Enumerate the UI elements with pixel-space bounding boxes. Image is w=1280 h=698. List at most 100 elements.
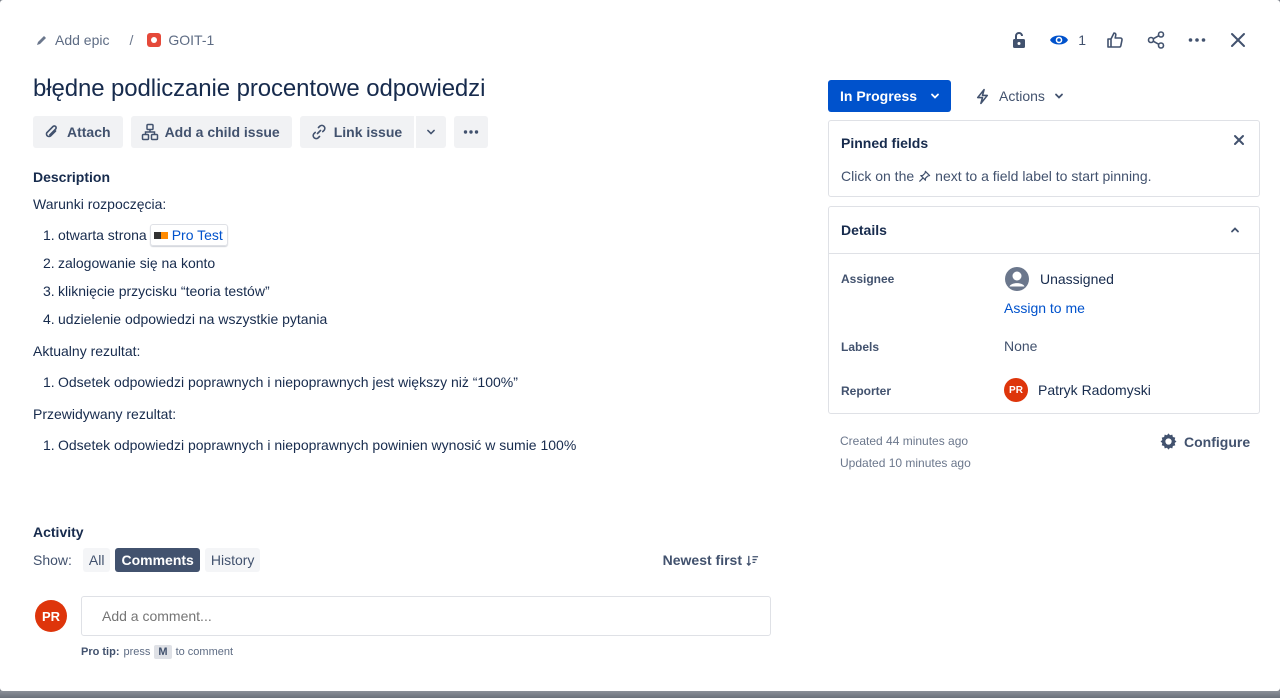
like-button[interactable] <box>1103 28 1127 52</box>
list-text: kliknięcie przycisku “teoria testów” <box>58 283 270 299</box>
attach-label: Attach <box>67 124 111 140</box>
actual-heading: Aktualny rezultat: <box>33 343 141 359</box>
child-issue-icon <box>141 123 158 141</box>
chevron-up-icon <box>1231 227 1239 233</box>
add-epic-link[interactable]: Add epic <box>36 32 109 48</box>
list-item: 1. Odsetek odpowiedzi poprawnych i niepo… <box>43 431 576 459</box>
activity-filter-row: Show: All Comments History <box>33 548 261 572</box>
list-text: udzielenie odpowiedzi na wszystkie pytan… <box>58 311 328 327</box>
sort-order-label: Newest first <box>662 552 742 568</box>
smart-link-label: Pro Test <box>171 227 223 243</box>
thumbs-up-icon <box>1107 32 1123 48</box>
actual-list: 1. Odsetek odpowiedzi poprawnych i niepo… <box>43 368 576 396</box>
pinned-fields-title: Pinned fields <box>841 135 929 151</box>
expected-heading: Przewidywany rezultat: <box>33 406 177 422</box>
conditions-list: 1. otwarta strona Pro Test 2. zalogowani… <box>43 221 576 333</box>
pro-tip: Pro tip: press M to comment <box>81 645 233 659</box>
pro-test-smart-link[interactable]: Pro Test <box>149 224 228 246</box>
list-item: 3. kliknięcie przycisku “teoria testów” <box>43 277 576 305</box>
list-number: 1. <box>43 374 55 390</box>
close-button[interactable] <box>1226 28 1250 52</box>
share-button[interactable] <box>1144 28 1168 52</box>
issue-title[interactable]: błędne podliczanie procentowe odpowiedzi <box>33 75 485 103</box>
chevron-down-icon <box>427 129 436 135</box>
labels-value[interactable]: None <box>1004 338 1037 354</box>
configure-label: Configure <box>1184 433 1251 450</box>
add-child-issue-button[interactable]: Add a child issue <box>130 116 292 148</box>
comment-input[interactable] <box>81 596 771 636</box>
breadcrumb-separator: / <box>129 32 134 48</box>
list-text: otwarta strona <box>58 227 147 243</box>
filter-all-button[interactable]: All <box>82 548 111 572</box>
reporter-avatar: PR <box>1004 378 1028 402</box>
ellipsis-icon <box>1188 38 1206 42</box>
assignee-value: Unassigned <box>1040 271 1114 287</box>
list-number: 2. <box>43 255 55 271</box>
link-issue-label: Link issue <box>333 124 403 140</box>
list-item: 1. otwarta strona Pro Test <box>43 221 576 249</box>
pinned-fields-hint: Click on the next to a field label to st… <box>841 168 1152 184</box>
list-text: Odsetek odpowiedzi poprawnych i niepopra… <box>58 374 518 390</box>
pro-tip-label: Pro tip: <box>81 646 120 658</box>
restrict-button[interactable] <box>1007 28 1031 52</box>
details-panel: Details Assignee Unassigned Assign to me… <box>828 206 1260 414</box>
lightning-icon <box>976 88 989 104</box>
link-icon <box>312 124 326 140</box>
gear-icon <box>1160 433 1177 450</box>
assign-to-me-link[interactable]: Assign to me <box>1004 300 1085 316</box>
list-number: 1. <box>43 227 55 243</box>
add-epic-label: Add epic <box>55 32 110 48</box>
link-issue-group: Link issue <box>299 116 447 148</box>
link-issue-button[interactable]: Link issue <box>299 116 415 148</box>
chevron-down-icon <box>1055 93 1063 99</box>
details-header[interactable]: Details <box>829 207 1259 254</box>
sort-order-button[interactable]: Newest first <box>663 552 759 568</box>
description-body[interactable]: Warunki rozpoczęcia: 1. otwarta strona P… <box>33 195 576 459</box>
pinned-hint-after: next to a field label to start pinning. <box>935 168 1152 184</box>
labels-label: Labels <box>841 340 880 354</box>
user-avatar-icon <box>1005 267 1029 291</box>
add-child-issue-label: Add a child issue <box>164 124 280 140</box>
actions-dropdown-button[interactable]: Actions <box>974 80 1065 112</box>
list-text: zalogowanie się na konto <box>58 255 216 271</box>
pencil-icon <box>37 36 46 45</box>
list-item: 2. zalogowanie się na konto <box>43 249 576 277</box>
assignee-label: Assignee <box>841 272 895 286</box>
close-icon <box>1231 33 1245 47</box>
issue-modal: Add epic / GOIT-1 1 błędne podliczanie p… <box>0 0 1280 691</box>
filter-history-button[interactable]: History <box>204 548 261 572</box>
list-number: 1. <box>43 437 55 453</box>
configure-button[interactable]: Configure <box>1159 432 1250 451</box>
attach-button[interactable]: Attach <box>33 116 123 148</box>
updated-timestamp: Updated 10 minutes ago <box>840 456 971 470</box>
pro-tip-press: press <box>123 646 151 658</box>
shortcut-key: M <box>154 645 172 659</box>
ellipsis-icon <box>463 130 479 134</box>
watch-count: 1 <box>1078 32 1086 48</box>
expected-list: 1. Odsetek odpowiedzi poprawnych i niepo… <box>43 431 576 459</box>
issue-toolbar: Attach Add a child issue Link issue <box>33 116 489 148</box>
actions-label: Actions <box>999 88 1045 104</box>
link-issue-dropdown[interactable] <box>416 116 447 148</box>
pin-icon <box>919 170 931 182</box>
status-dropdown-button[interactable]: In Progress <box>828 80 951 112</box>
more-actions-button[interactable] <box>1185 28 1209 52</box>
toolbar-more-button[interactable] <box>454 116 489 148</box>
pinned-fields-panel: Pinned fields Click on the next to a fie… <box>828 120 1260 197</box>
conditions-heading: Warunki rozpoczęcia: <box>33 196 167 212</box>
issue-key-link[interactable]: GOIT-1 <box>147 32 214 48</box>
eye-icon <box>1050 35 1069 45</box>
site-favicon-icon <box>153 231 168 239</box>
page-backdrop <box>0 691 1280 698</box>
assignee-field[interactable]: Unassigned <box>1004 266 1114 292</box>
status-label: In Progress <box>840 88 918 104</box>
activity-label: Activity <box>33 524 84 540</box>
watch-button[interactable]: 1 <box>1048 28 1086 52</box>
close-icon[interactable] <box>1233 134 1245 146</box>
paperclip-icon <box>45 125 57 138</box>
bug-icon <box>147 33 162 47</box>
pro-tip-suffix: to comment <box>175 646 234 658</box>
list-text: Odsetek odpowiedzi poprawnych i niepopra… <box>58 437 577 453</box>
filter-comments-button[interactable]: Comments <box>115 548 200 572</box>
reporter-field[interactable]: PR Patryk Radomyski <box>1004 378 1151 402</box>
